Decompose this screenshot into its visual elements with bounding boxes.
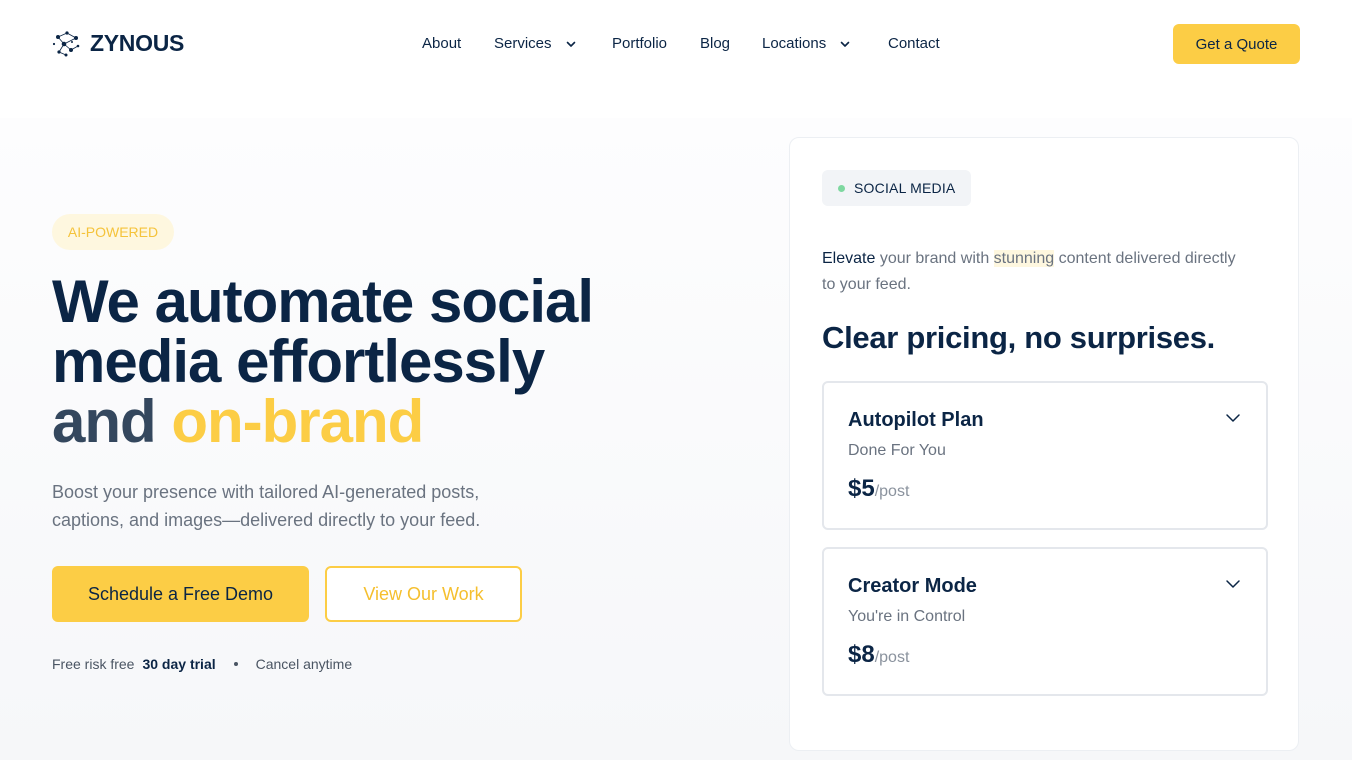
plan-name: Creator Mode — [848, 575, 977, 597]
nav-item-label: Contact — [888, 35, 940, 52]
trial-info: Free risk free 30 day trial Cancel anyti… — [52, 655, 352, 673]
nav-item-label: Services — [494, 35, 552, 52]
plan-accordion-creator[interactable]: Creator Mode You're in Control $8 /post — [822, 547, 1268, 696]
nav-item-portfolio[interactable]: Portfolio — [612, 35, 667, 52]
plan-accordion-autopilot[interactable]: Autopilot Plan Done For You $5 /post — [822, 381, 1268, 530]
status-dot-icon — [838, 184, 845, 192]
category-tag-label: SOCIAL MEDIA — [854, 180, 956, 196]
trial-prefix: Free risk free — [52, 656, 135, 672]
landing-page: ZYNOUS About Services Portfolio Blog Loc… — [0, 0, 1352, 760]
card-intro: Elevate your brand with stunning content… — [822, 246, 1242, 298]
chevron-down-icon[interactable] — [1224, 575, 1242, 593]
pricing-title: Clear pricing, no surprises. — [822, 320, 1215, 355]
separator-dot — [233, 662, 238, 666]
trial-duration: 30 day trial — [142, 656, 216, 672]
price-amount: $8 — [848, 641, 875, 668]
intro-highlight: stunning — [993, 250, 1055, 267]
nav-item-blog[interactable]: Blog — [700, 35, 730, 52]
chevron-down-icon — [566, 41, 575, 47]
headline-accent: on-brand — [171, 388, 424, 455]
plan-price: $8 /post — [848, 641, 909, 669]
main-nav: About Services Portfolio Blog Locations … — [0, 35, 1352, 55]
plan-price: $5 /post — [848, 475, 909, 503]
category-tag: SOCIAL MEDIA — [822, 170, 971, 206]
intro-mid: your brand with — [875, 250, 994, 267]
headline-line-2: media effortlessly — [52, 328, 545, 395]
nav-item-label: Locations — [762, 35, 827, 52]
cancel-anytime-text: Cancel anytime — [255, 656, 353, 672]
headline-line-3: and on-brand — [52, 392, 732, 452]
nav-item-about[interactable]: About — [422, 35, 461, 52]
plan-subtitle: Done For You — [848, 442, 946, 459]
pricing-card: SOCIAL MEDIA Elevate your brand with stu… — [789, 137, 1299, 751]
headline-and: and — [52, 388, 172, 455]
chevron-down-icon — [840, 41, 850, 47]
nav-item-contact[interactable]: Contact — [888, 35, 940, 52]
nav-item-services[interactable]: Services — [494, 35, 578, 52]
intro-first-word: Elevate — [822, 250, 876, 267]
plan-name: Autopilot Plan — [848, 409, 984, 431]
price-unit: /post — [874, 649, 910, 666]
ai-powered-badge: AI-POWERED — [52, 214, 174, 250]
schedule-demo-button[interactable]: Schedule a Free Demo — [52, 566, 309, 622]
get-a-quote-button[interactable]: Get a Quote — [1173, 24, 1300, 64]
hero-headline: We automate social media effortlessly an… — [52, 272, 732, 452]
headline-line-1: We automate social — [52, 268, 594, 335]
nav-item-locations[interactable]: Locations — [762, 35, 852, 52]
price-amount: $5 — [848, 475, 875, 502]
nav-item-label: Blog — [700, 35, 731, 52]
site-header: ZYNOUS About Services Portfolio Blog Loc… — [0, 0, 1352, 88]
view-our-work-button[interactable]: View Our Work — [325, 566, 522, 622]
plan-subtitle: You're in Control — [848, 608, 966, 625]
nav-item-label: Portfolio — [612, 35, 668, 52]
hero-subtext: Boost your presence with tailored AI-gen… — [52, 482, 481, 530]
price-unit: /post — [874, 483, 910, 500]
nav-item-label: About — [422, 35, 462, 52]
chevron-down-icon[interactable] — [1224, 409, 1242, 427]
